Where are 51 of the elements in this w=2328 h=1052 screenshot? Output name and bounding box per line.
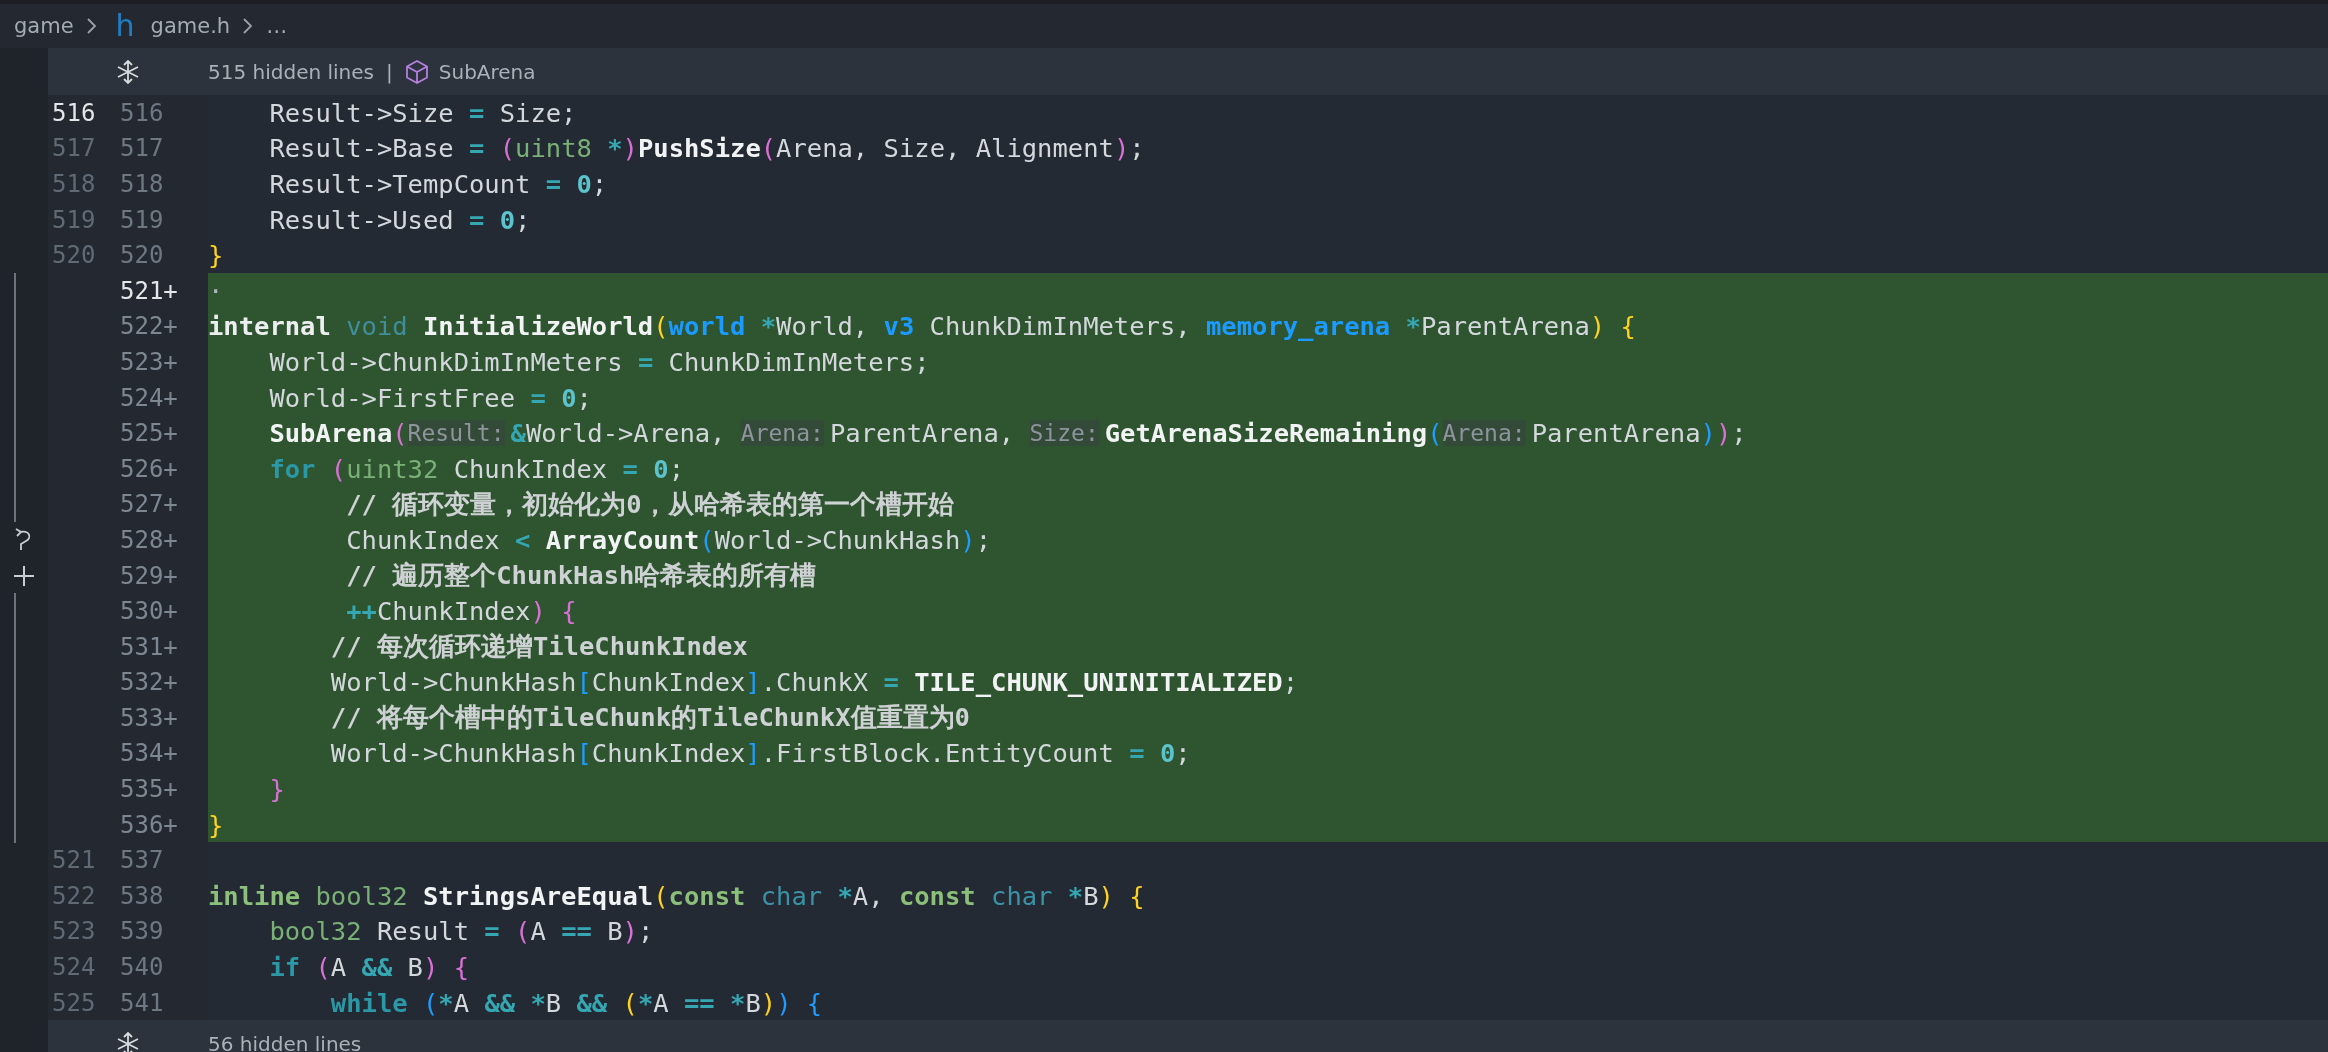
line-number: 524+ — [120, 382, 179, 414]
line-number: 525 — [51, 987, 97, 1019]
line-number: 522+ — [120, 311, 179, 343]
line-number: 525+ — [120, 418, 179, 450]
line-number: 520 — [51, 240, 97, 272]
symbol-label: SubArena — [438, 59, 536, 84]
line-number: 517 — [120, 133, 165, 165]
line-number: 527+ — [120, 489, 179, 521]
line-number: 531+ — [120, 631, 179, 663]
line-number: 535+ — [120, 774, 179, 806]
line-number: 518 — [51, 169, 97, 200]
line-number: 523+ — [120, 346, 179, 378]
breadcrumb-item[interactable]: … — [266, 14, 288, 38]
breadcrumb-item[interactable]: game — [14, 14, 74, 38]
line-number: 534+ — [120, 738, 179, 770]
line-number: 520 — [120, 240, 165, 272]
line-number: 524 — [51, 952, 97, 984]
line-number: 521+ — [120, 275, 179, 307]
line-number: 540 — [120, 952, 165, 984]
line-number: 529+ — [120, 560, 179, 592]
line-number: 538 — [120, 880, 165, 912]
line-number: 530+ — [120, 596, 179, 628]
line-number: 533+ — [120, 702, 179, 734]
line-number: 519 — [120, 204, 165, 236]
line-number: 541 — [120, 987, 165, 1019]
line-number: 528+ — [120, 524, 179, 556]
folded-region-bar[interactable]: 515 hidden lines | SubArena — [48, 48, 2328, 95]
line-number: 517 — [51, 133, 97, 165]
line-number: 523 — [51, 916, 97, 948]
line-number: 516 — [51, 97, 97, 129]
chevron-icon — [242, 16, 255, 36]
line-number: 526+ — [120, 453, 179, 485]
line-number: 522 — [51, 880, 97, 912]
line-number: 516 — [120, 97, 165, 129]
unfold-icon — [115, 58, 141, 85]
cube-icon — [404, 58, 429, 85]
line-number: 519 — [51, 204, 97, 236]
folded-region-bar[interactable]: 56 hidden lines — [48, 1020, 2328, 1052]
file-type-icon: h — [115, 11, 135, 41]
line-number: 532+ — [120, 667, 179, 699]
line-number: 521 — [51, 845, 97, 877]
unfold-icon — [115, 1030, 141, 1052]
hidden-lines-label: 515 hidden lines — [208, 59, 374, 84]
breadcrumb-item[interactable]: game.h — [150, 14, 231, 38]
line-number: 518 — [120, 169, 165, 200]
line-number: 539 — [120, 916, 165, 948]
line-number: 536+ — [120, 809, 179, 841]
separator-text: | — [386, 59, 393, 84]
line-number: 537 — [120, 845, 165, 877]
hidden-lines-label: 56 hidden lines — [208, 1031, 362, 1052]
chevron-icon — [85, 16, 98, 36]
